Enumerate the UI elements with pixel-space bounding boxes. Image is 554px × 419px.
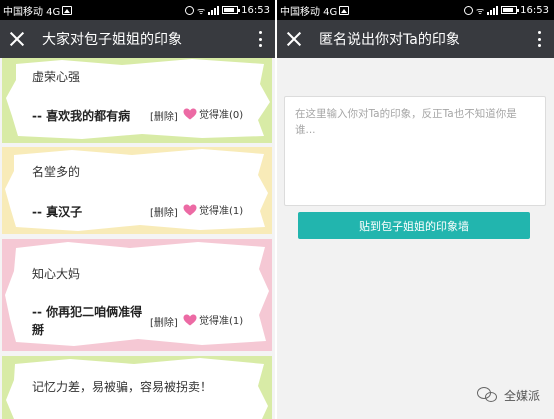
app-header: 匿名说出你对Ta的印象 — [277, 20, 554, 58]
page-title: 大家对包子姐姐的印象 — [42, 32, 182, 48]
more-vert-icon[interactable] — [253, 30, 267, 48]
impression-card: 记忆力差，易被骗，容易被拐卖！ — [2, 356, 272, 419]
signal-icon — [208, 5, 220, 15]
screenshot-composite: 中国移动 4G ᯤ 16:53 大家对包子姐姐的印象 虚荣心强 -- 喜欢我的都… — [0, 0, 554, 419]
submit-button[interactable]: 贴到包子姐姐的印象墙 — [298, 212, 530, 239]
status-bar: 中国移动 4G ᯤ 16:53 — [277, 0, 554, 20]
close-icon[interactable] — [285, 30, 303, 48]
app-header: 大家对包子姐姐的印象 — [0, 20, 275, 58]
more-vert-icon[interactable] — [532, 30, 546, 48]
carrier-label: 中国移动 4G — [3, 6, 61, 18]
wechat-logo-icon — [476, 386, 499, 404]
clock: 16:53 — [241, 4, 270, 16]
impression-author: -- 你再犯二咱俩准得掰 — [32, 305, 143, 337]
impression-card: 名堂多的 -- 真汉子 [删除] 觉得准(1) — [2, 147, 272, 234]
wifi-icon: ᯤ — [475, 6, 485, 17]
signal-icon — [487, 5, 499, 15]
impression-text: 知心大妈 — [32, 267, 81, 281]
battery-icon — [222, 6, 241, 14]
watermark-text: 全媒派 — [503, 388, 540, 403]
right-phone-screen: 中国移动 4G ᯤ 16:53 匿名说出你对Ta的印象 在这里输入你对Ta的印象… — [277, 0, 554, 419]
agree-button[interactable]: 觉得准(1) — [183, 312, 243, 327]
impression-card: 虚荣心强 -- 喜欢我的都有病 [删除] 觉得准(0) — [2, 58, 272, 143]
image-notification-icon — [62, 5, 73, 15]
impression-text: 记忆力差，易被骗，容易被拐卖！ — [32, 380, 213, 394]
delete-link[interactable]: [删除] — [150, 108, 178, 123]
agree-count-label: 觉得准(1) — [199, 206, 244, 217]
close-icon[interactable] — [8, 30, 26, 48]
agree-count-label: 觉得准(1) — [199, 316, 244, 327]
alarm-icon — [463, 5, 473, 15]
impression-text: 名堂多的 — [32, 165, 81, 179]
clock: 16:53 — [520, 4, 549, 16]
alarm-icon — [184, 5, 194, 15]
page-title: 匿名说出你对Ta的印象 — [319, 32, 460, 48]
wifi-icon: ᯤ — [196, 6, 206, 17]
image-notification-icon — [339, 5, 350, 15]
torn-paper-background — [2, 147, 272, 234]
impression-text: 虚荣心强 — [32, 70, 81, 84]
submit-button-label: 贴到包子姐姐的印象墙 — [359, 219, 469, 233]
impression-author: -- 真汉子 — [32, 205, 83, 219]
battery-icon — [501, 6, 520, 14]
status-bar: 中国移动 4G ᯤ 16:53 — [0, 0, 275, 20]
agree-button[interactable]: 觉得准(1) — [183, 202, 243, 217]
carrier-label: 中国移动 4G — [280, 6, 338, 18]
heart-icon — [183, 314, 197, 325]
delete-link[interactable]: [删除] — [150, 314, 178, 329]
agree-button[interactable]: 觉得准(0) — [183, 106, 243, 121]
impression-author: -- 喜欢我的都有病 — [32, 109, 131, 123]
delete-link[interactable]: [删除] — [150, 204, 178, 219]
heart-icon — [183, 108, 197, 119]
left-phone-screen: 中国移动 4G ᯤ 16:53 大家对包子姐姐的印象 虚荣心强 -- 喜欢我的都… — [0, 0, 275, 419]
heart-icon — [183, 204, 197, 215]
impression-card: 知心大妈 -- 你再犯二咱俩准得掰 [删除] 觉得准(1) — [2, 239, 272, 351]
agree-count-label: 觉得准(0) — [199, 110, 244, 121]
watermark: 全媒派 — [476, 386, 540, 404]
impression-input-placeholder: 在这里输入你对Ta的印象，反正Ta也不知道你是谁... — [295, 108, 517, 136]
impression-input[interactable]: 在这里输入你对Ta的印象，反正Ta也不知道你是谁... — [284, 96, 546, 206]
